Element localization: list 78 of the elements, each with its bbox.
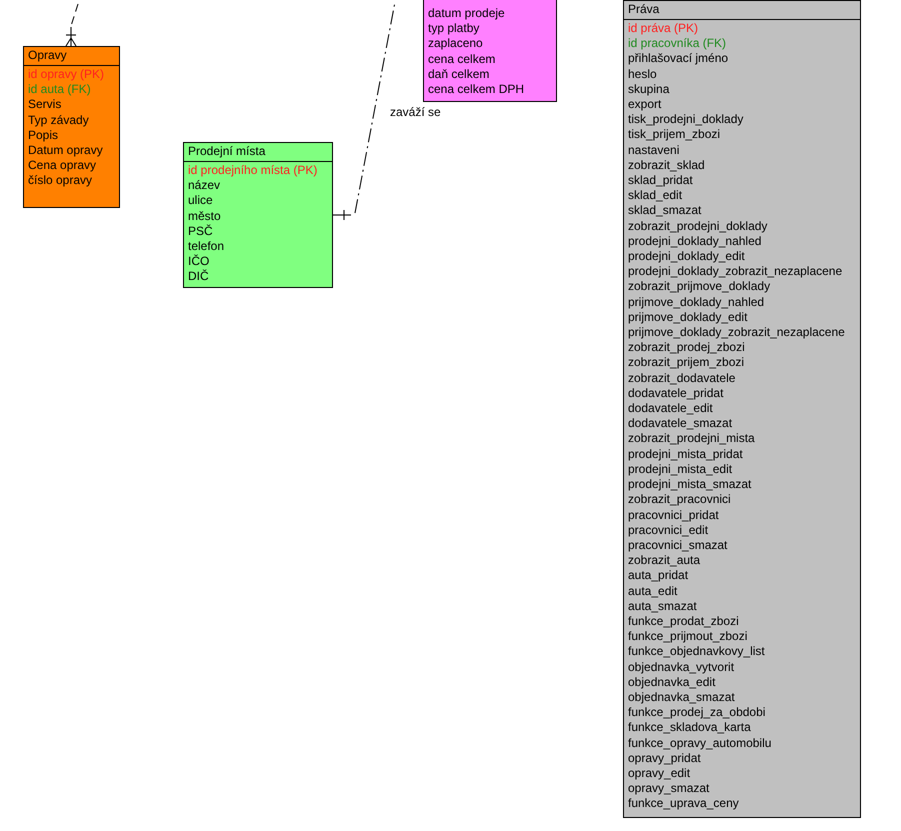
attribute-field: sklad_smazat (628, 203, 702, 219)
attribute-field: název (188, 178, 220, 194)
attribute-field: prodejni_doklady_zobrazit_nezaplacene (628, 264, 842, 280)
attribute-field: dodavatele_pridat (628, 386, 724, 402)
attribute-field: prodejni_doklady_nahled (628, 234, 762, 250)
attribute-field: funkce_prodat_zbozi (628, 614, 739, 630)
attribute-field: Servis (28, 97, 62, 113)
attribute-field: auta_edit (628, 584, 678, 599)
attribute-field: skupina (628, 82, 670, 98)
attribute-field: zaplaceno (428, 36, 483, 52)
attribute-field: zobrazit_sklad (628, 158, 705, 174)
attribute-field: objednavka_vytvorit (628, 660, 734, 675)
attribute-field: zobrazit_prodejni_doklady (628, 218, 768, 234)
attribute-field: zobrazit_prodej_zbozi (628, 340, 745, 356)
attribute-field: objednavka_edit (628, 674, 716, 690)
attribute-field: heslo (628, 66, 657, 82)
attribute-field: tisk_prijem_zbozi (628, 127, 720, 143)
attribute-field: opravy_smazat (628, 781, 710, 796)
attribute-field: pracovnici_edit (628, 522, 708, 538)
primary-key-field: id prodejního místa (PK) (188, 163, 318, 178)
attribute-field: prodejni_mista_smazat (628, 477, 752, 492)
attribute-field: zobrazit_auta (628, 553, 700, 568)
entity-title: Prodejní místa (188, 144, 266, 158)
attribute-field: Datum opravy (28, 143, 103, 158)
foreign-key-field: id auta (FK) (28, 82, 91, 98)
attribute-field: pracovnici_pridat (628, 508, 719, 523)
attribute-field: tisk_prodejni_doklady (628, 112, 744, 128)
primary-key-field: id opravy (PK) (28, 67, 104, 82)
attribute-field: prijmove_doklady_edit (628, 310, 748, 326)
attribute-field: objednavka_smazat (628, 690, 735, 706)
attribute-field: DIČ (188, 269, 209, 285)
entity-title: Opravy (28, 48, 67, 62)
attribute-field: sklad_edit (628, 188, 682, 204)
attribute-field: pracovnici_smazat (628, 538, 728, 554)
attribute-field: auta_pridat (628, 568, 688, 584)
attribute-field: zobrazit_dodavatele (628, 370, 736, 386)
attribute-field: prijmove_doklady_zobrazit_nezaplacene (628, 325, 845, 340)
foreign-key-field: id pracovníka (FK) (628, 36, 726, 52)
attribute-field: prodejni_doklady_edit (628, 249, 745, 264)
attribute-field: funkce_skladova_karta (628, 720, 751, 736)
attribute-field: export (628, 97, 662, 112)
attribute-field: zobrazit_pracovnici (628, 492, 731, 508)
attribute-field: prijmove_doklady_nahled (628, 294, 764, 310)
attribute-field: prodejni_mista_pridat (628, 446, 743, 462)
attribute-field: funkce_prijmout_zbozi (628, 629, 748, 644)
relationship-label: zaváží se (390, 105, 441, 119)
attribute-field: dodavatele_edit (628, 401, 713, 416)
attribute-field: opravy_pridat (628, 750, 701, 766)
attribute-field: město (188, 208, 221, 224)
attribute-field: cena celkem (428, 52, 496, 67)
attribute-field: opravy_edit (628, 766, 690, 782)
attribute-field: přihlašovací jméno (628, 51, 728, 67)
attribute-field: funkce_prodej_za_obdobi (628, 705, 766, 720)
attribute-field: číslo opravy (28, 173, 92, 189)
attribute-field: zobrazit_prodejni_mista (628, 431, 755, 447)
attribute-field: PSČ (188, 224, 213, 240)
attribute-field: zobrazit_prijmove_doklady (628, 279, 770, 295)
attribute-field: dodavatele_smazat (628, 416, 732, 432)
attribute-field: ulice (188, 193, 213, 209)
attribute-field: funkce_uprava_ceny (628, 796, 739, 812)
attribute-field: daň celkem (428, 66, 490, 82)
attribute-field: telefon (188, 239, 224, 254)
attribute-field: zobrazit_prijem_zbozi (628, 355, 744, 371)
attribute-field: cena celkem DPH (428, 82, 524, 98)
attribute-field: sklad_pridat (628, 173, 693, 188)
attribute-field: datum prodeje (428, 6, 505, 22)
primary-key-field: id práva (PK) (628, 21, 698, 36)
attribute-field: IČO (188, 254, 210, 270)
attribute-field: nastaveni (628, 142, 680, 158)
entity-title: Práva (628, 2, 660, 16)
attribute-field: prodejni_mista_edit (628, 462, 732, 478)
attribute-field: Popis (28, 128, 58, 144)
attribute-field: funkce_opravy_automobilu (628, 736, 772, 751)
attribute-field: typ platby (428, 21, 480, 36)
attribute-field: Typ závady (28, 112, 89, 128)
attribute-field: auta_smazat (628, 598, 697, 614)
attribute-field: Cena opravy (28, 158, 96, 174)
attribute-field: funkce_objednavkovy_list (628, 644, 765, 660)
